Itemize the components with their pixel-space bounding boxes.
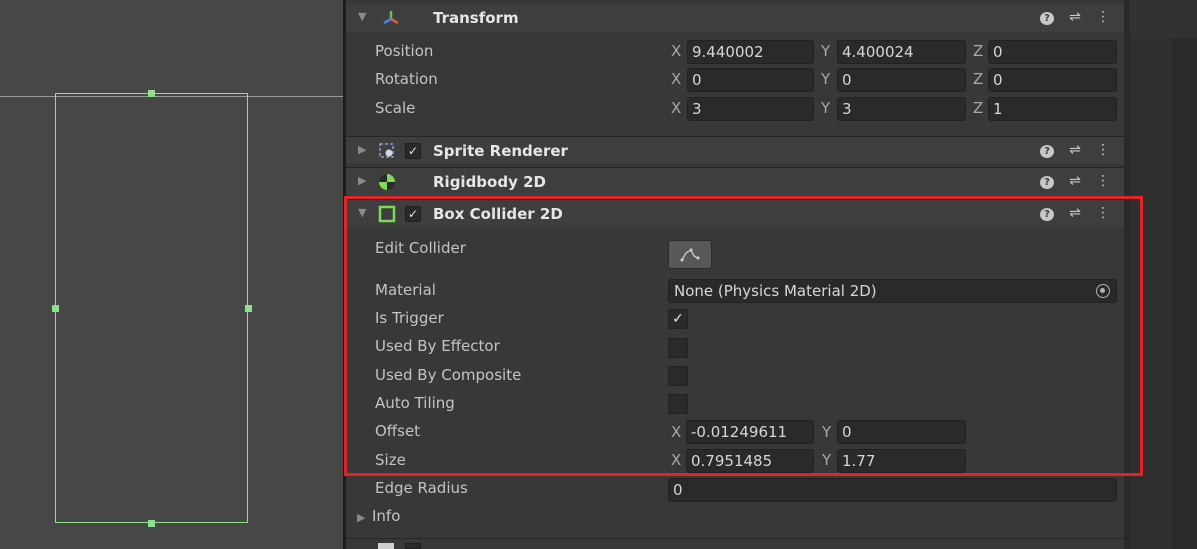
help-icon[interactable]: ? [1040,142,1054,158]
size-x-field[interactable]: 0.7951485 [686,449,814,473]
auto-tiling-checkbox[interactable] [668,394,688,414]
menu-icon[interactable]: ⋮ [1096,173,1110,189]
box-collider-enabled-checkbox[interactable]: ✓ [405,206,421,222]
next-component-icon [378,543,394,549]
rotation-label: Rotation [375,70,438,88]
inspector-panel: ▼ Transform ? ⇌ ⋮ Position X 9.440002 Y … [346,0,1124,549]
scale-y-field[interactable]: 3 [837,97,966,121]
right-panel-strip [1124,0,1197,549]
used-by-effector-checkbox[interactable] [668,338,688,358]
scale-z-field[interactable]: 1 [988,97,1117,121]
menu-icon[interactable]: ⋮ [1096,205,1110,221]
auto-tiling-label: Auto Tiling [375,394,455,412]
collider-handle-right[interactable] [245,305,252,312]
rigidbody-icon [378,173,396,191]
scale-label: Scale [375,99,416,117]
x-label[interactable]: X [671,423,681,441]
rigidbody-title: Rigidbody 2D [433,173,546,191]
sprite-renderer-title: Sprite Renderer [433,142,568,160]
y-label[interactable]: Y [821,42,830,60]
menu-icon[interactable]: ⋮ [1096,9,1110,25]
sprite-renderer-icon [378,142,396,160]
position-label: Position [375,42,434,60]
edit-collider-label: Edit Collider [375,239,466,257]
collider-handle-top[interactable] [148,90,155,97]
rotation-z-field[interactable]: 0 [988,68,1117,92]
material-label: Material [375,281,436,299]
rotation-x-field[interactable]: 0 [687,68,814,92]
transform-title: Transform [433,9,519,27]
y-label[interactable]: Y [822,451,831,469]
z-label[interactable]: Z [973,42,983,60]
x-label[interactable]: X [671,451,681,469]
scale-x-field[interactable]: 3 [687,97,814,121]
collider-handle-bottom[interactable] [148,520,155,527]
position-y-field[interactable]: 4.400024 [837,40,966,64]
x-label[interactable]: X [671,99,681,117]
next-component-checkbox[interactable] [405,543,421,549]
help-icon[interactable]: ? [1040,173,1054,189]
box-collider-icon [378,205,396,223]
is-trigger-checkbox[interactable]: ✓ [668,309,688,329]
used-by-composite-label: Used By Composite [375,366,522,384]
scene-view[interactable] [0,0,343,549]
box-collider-header[interactable]: ▼ ✓ Box Collider 2D ? ⇌ ⋮ [346,199,1124,227]
used-by-effector-label: Used By Effector [375,337,500,355]
z-label[interactable]: Z [973,99,983,117]
transform-header[interactable]: ▼ Transform ? ⇌ ⋮ [346,4,1124,32]
offset-x-field[interactable]: -0.01249611 [686,420,814,444]
header-icons: ? ⇌ ⋮ [1040,173,1110,189]
y-label[interactable]: Y [822,423,831,441]
settings-icon[interactable]: ⇌ [1068,205,1082,221]
foldout-arrow-icon[interactable]: ▼ [358,10,366,23]
rigidbody-header[interactable]: ▶ Rigidbody 2D ? ⇌ ⋮ [346,167,1124,195]
is-trigger-label: Is Trigger [375,309,444,327]
help-icon[interactable]: ? [1040,205,1054,221]
position-x-field[interactable]: 9.440002 [687,40,814,64]
sprite-renderer-enabled-checkbox[interactable]: ✓ [405,143,421,159]
box-collider-outline [55,93,248,523]
z-label[interactable]: Z [973,70,983,88]
box-collider-title: Box Collider 2D [433,205,563,223]
sprite-renderer-header[interactable]: ▶ ✓ Sprite Renderer ? ⇌ ⋮ [346,136,1124,164]
info-label[interactable]: Info [372,507,400,525]
right-panel-segment [1130,0,1172,549]
transform-icon [382,9,400,27]
help-icon[interactable]: ? [1040,9,1054,25]
header-icons: ? ⇌ ⋮ [1040,142,1110,158]
info-foldout-arrow-icon[interactable]: ▶ [357,511,365,524]
settings-icon[interactable]: ⇌ [1068,173,1082,189]
x-label[interactable]: X [671,42,681,60]
edge-radius-field[interactable]: 0 [668,478,1117,502]
edge-radius-label: Edge Radius [375,479,468,497]
x-label[interactable]: X [671,70,681,88]
component-separator [346,538,1124,539]
foldout-arrow-icon[interactable]: ▶ [358,174,366,187]
object-picker-icon[interactable] [1096,284,1110,298]
y-label[interactable]: Y [821,99,830,117]
edit-collider-icon [680,248,700,262]
position-z-field[interactable]: 0 [988,40,1117,64]
material-field[interactable]: None (Physics Material 2D) [668,279,1117,303]
foldout-arrow-icon[interactable]: ▼ [358,206,366,219]
settings-icon[interactable]: ⇌ [1068,9,1082,25]
header-icons: ? ⇌ ⋮ [1040,205,1110,221]
size-y-field[interactable]: 1.77 [837,449,966,473]
edit-collider-button[interactable] [668,240,712,269]
collider-handle-left[interactable] [52,305,59,312]
used-by-composite-checkbox[interactable] [668,366,688,386]
header-icons: ? ⇌ ⋮ [1040,9,1110,25]
material-value: None (Physics Material 2D) [674,282,877,300]
foldout-arrow-icon[interactable]: ▶ [358,143,366,156]
rotation-y-field[interactable]: 0 [837,68,966,92]
offset-label: Offset [375,422,421,440]
size-label: Size [375,451,406,469]
settings-icon[interactable]: ⇌ [1068,142,1082,158]
menu-icon[interactable]: ⋮ [1096,142,1110,158]
right-panel-tab-area [1130,0,1197,38]
y-label[interactable]: Y [821,70,830,88]
offset-y-field[interactable]: 0 [837,420,966,444]
